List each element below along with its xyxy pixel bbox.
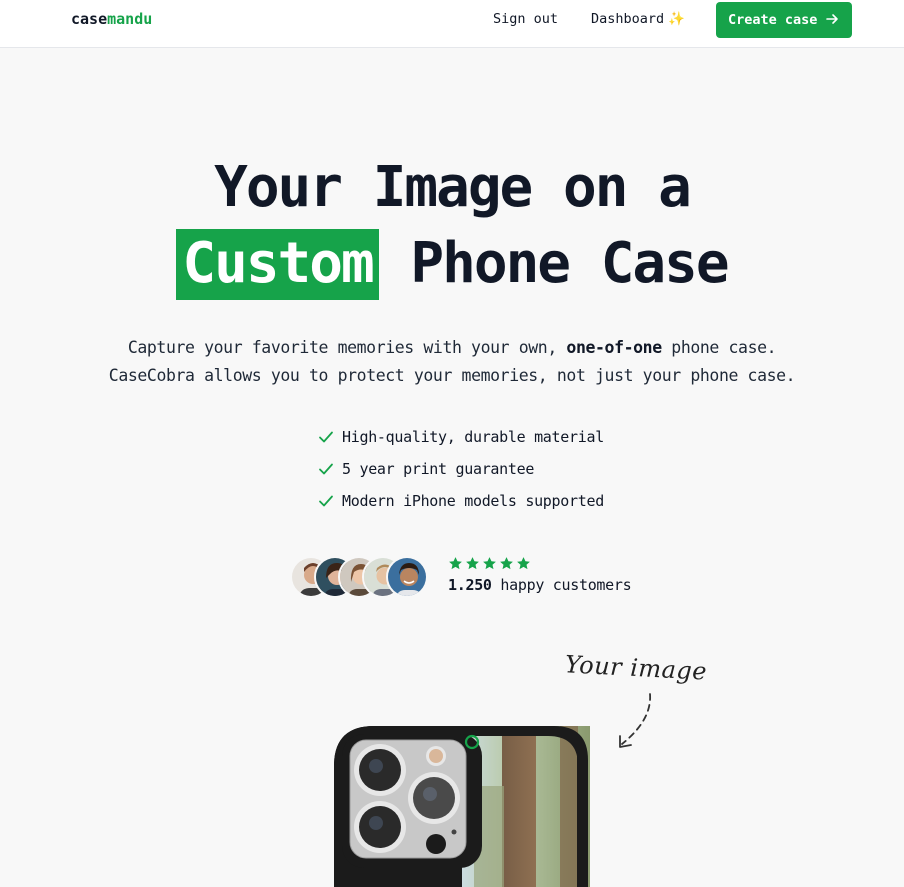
star-icon <box>500 557 513 570</box>
phone-case-preview <box>334 726 590 887</box>
sparkles-icon: ✨ <box>668 11 685 27</box>
sign-out-link[interactable]: Sign out <box>493 11 558 27</box>
customer-number: 1.250 <box>448 576 492 594</box>
star-icon <box>483 557 496 570</box>
avatar <box>386 556 428 598</box>
subtitle-bold: one-of-one <box>566 338 662 357</box>
customer-label: happy customers <box>500 576 632 594</box>
create-case-label: Create case <box>728 12 818 28</box>
star-icon <box>466 557 479 570</box>
logo-accent: mandu <box>107 10 153 28</box>
arrow-right-icon <box>826 14 838 24</box>
hero-title-line-1: Your Image on a <box>214 155 692 220</box>
hero-title-rest: Phone Case <box>410 231 729 296</box>
subtitle-post: phone case. <box>671 338 777 357</box>
hero-title-highlight: Custom <box>176 229 379 300</box>
logo-prefix: case <box>71 10 108 28</box>
check-icon <box>319 495 333 507</box>
feature-item: High-quality, durable material <box>318 421 604 453</box>
hero-subtitle-line-1: Capture your favorite memories with your… <box>0 334 904 362</box>
hero-title-line-2: Custom Phone Case <box>0 229 904 300</box>
dashed-arrow-icon <box>619 693 651 748</box>
feature-label: 5 year print guarantee <box>342 460 535 478</box>
hero-subtitle-line-2: CaseCobra allows you to protect your mem… <box>108 366 796 385</box>
star-icon <box>517 557 530 570</box>
customer-count: 1.250 happy customers <box>448 576 632 594</box>
check-icon <box>319 431 333 443</box>
check-icon <box>319 463 333 475</box>
dashboard-link[interactable]: Dashboard ✨ <box>591 11 685 27</box>
create-case-button[interactable]: Create case <box>716 2 852 38</box>
subtitle-pre: Capture your favorite memories with your… <box>127 338 557 357</box>
feature-label: High-quality, durable material <box>342 428 604 446</box>
rating-stars <box>448 556 531 571</box>
dashboard-label: Dashboard <box>591 11 665 27</box>
customer-avatars <box>290 556 430 600</box>
feature-item: Modern iPhone models supported <box>318 485 604 517</box>
logo[interactable]: casemandu <box>71 10 152 28</box>
star-icon <box>449 557 462 570</box>
feature-label: Modern iPhone models supported <box>342 492 604 510</box>
navbar: casemandu Sign out Dashboard ✨ Create cas… <box>0 0 904 48</box>
feature-list: High-quality, durable material 5 year pr… <box>318 421 604 517</box>
feature-item: 5 year print guarantee <box>318 453 604 485</box>
your-image-annotation: Your image <box>564 650 708 686</box>
